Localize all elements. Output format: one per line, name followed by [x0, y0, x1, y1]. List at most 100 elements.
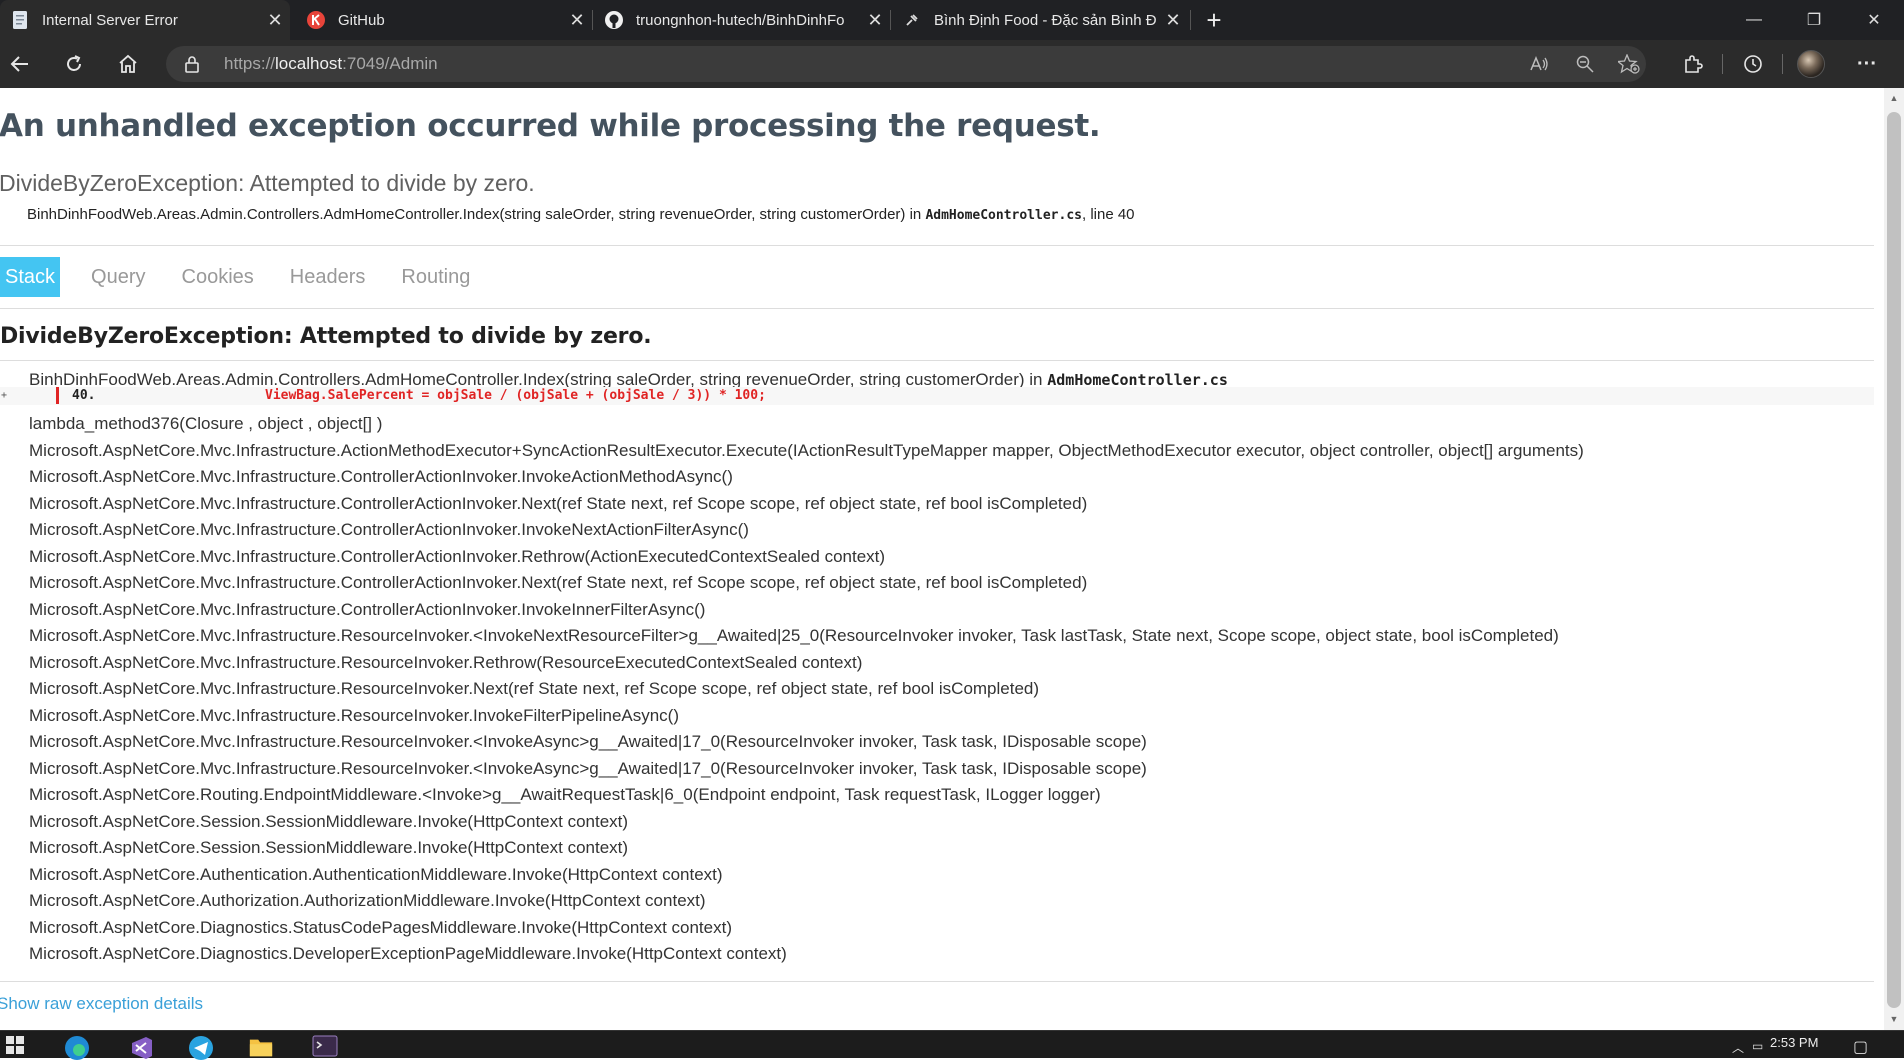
tab-routing[interactable]: Routing — [384, 257, 487, 297]
error-location: BinhDinhFoodWeb.Areas.Admin.Controllers.… — [27, 206, 1135, 223]
extensions-button[interactable] — [1677, 48, 1709, 80]
read-aloud-icon[interactable] — [1527, 52, 1553, 76]
home-icon — [119, 54, 137, 73]
github-icon — [604, 10, 624, 30]
stack-frame: Microsoft.AspNetCore.Mvc.Infrastructure.… — [29, 493, 1088, 513]
taskbar-clock[interactable]: 2:53 PM — [1770, 1035, 1818, 1050]
error-location-method: BinhDinhFoodWeb.Areas.Admin.Controllers.… — [27, 206, 926, 223]
stack-frame: Microsoft.AspNetCore.Authorization.Autho… — [29, 891, 706, 910]
scroll-down-arrow-icon[interactable]: ▼ — [1888, 1013, 1900, 1025]
refresh-button[interactable] — [58, 48, 90, 80]
network-icon[interactable]: ▭ — [1752, 1039, 1763, 1053]
tab-separator — [890, 10, 891, 30]
error-line-marker — [56, 387, 59, 404]
scroll-up-arrow-icon[interactable]: ▲ — [1888, 92, 1900, 104]
settings-menu-button[interactable]: ··· — [1851, 48, 1883, 80]
browser-tab-strip: Internal Server Error ✕ GitHub ✕ truongn… — [0, 0, 1904, 40]
stack-frame: Microsoft.AspNetCore.Session.SessionMidd… — [29, 838, 629, 857]
stack-frame: Microsoft.AspNetCore.Mvc.Infrastructure.… — [29, 652, 863, 672]
back-button[interactable] — [4, 48, 36, 80]
url-text[interactable]: https://localhost:7049/Admin — [224, 54, 438, 74]
stack-frame: Microsoft.AspNetCore.Session.SessionMidd… — [29, 811, 629, 831]
close-tab-icon[interactable]: ✕ — [562, 5, 592, 35]
browser-tab-github[interactable]: GitHub ✕ — [296, 0, 592, 40]
close-tab-icon[interactable]: ✕ — [260, 5, 290, 35]
refresh-icon — [67, 55, 81, 71]
divider — [0, 981, 1874, 982]
stack-frame: Microsoft.AspNetCore.Mvc.Infrastructure.… — [29, 758, 1147, 778]
toolbar-separator — [1722, 54, 1723, 74]
notifications-icon[interactable]: ▢ — [1853, 1037, 1868, 1057]
windows-start-icon[interactable] — [2, 1035, 28, 1059]
tray-expand-icon[interactable]: ︿ — [1732, 1039, 1744, 1056]
stack-frame: Microsoft.AspNetCore.Mvc.Infrastructure.… — [29, 520, 749, 539]
stack-frame: Microsoft.AspNetCore.Diagnostics.Develop… — [29, 944, 787, 963]
minimize-button[interactable]: — — [1724, 0, 1784, 40]
visual-studio-icon[interactable] — [128, 1035, 154, 1059]
divider — [0, 245, 1874, 246]
scrollbar-thumb[interactable] — [1887, 112, 1901, 1008]
profile-avatar[interactable] — [1797, 50, 1825, 78]
close-window-button[interactable]: ✕ — [1844, 0, 1904, 40]
url-host: localhost — [275, 54, 343, 73]
tab-query[interactable]: Query — [74, 257, 162, 297]
divider — [0, 308, 1874, 309]
stack-frame: Microsoft.AspNetCore.Mvc.Infrastructure.… — [29, 546, 886, 566]
zoom-icon[interactable] — [1572, 52, 1598, 76]
tab-stack[interactable]: Stack — [0, 257, 61, 297]
home-button[interactable] — [112, 48, 144, 80]
terminal-icon[interactable] — [312, 1035, 338, 1059]
tab-title: GitHub — [338, 11, 385, 29]
browser-tab-internal-server-error[interactable]: Internal Server Error ✕ — [0, 0, 290, 40]
error-location-line: , line 40 — [1081, 206, 1135, 223]
history-button[interactable] — [1737, 48, 1769, 80]
maximize-button[interactable]: ❐ — [1784, 0, 1844, 40]
stack-frame: Microsoft.AspNetCore.Authentication.Auth… — [29, 864, 723, 884]
page-title: An unhandled exception occurred while pr… — [0, 108, 1101, 144]
source-line-number: 40. — [72, 388, 96, 403]
source-code: ViewBag.SalePercent = objSale / (objSale… — [265, 388, 766, 403]
lock-icon[interactable] — [184, 55, 200, 78]
stack-frame: Microsoft.AspNetCore.Mvc.Infrastructure.… — [29, 467, 733, 486]
stack-frame: Microsoft.AspNetCore.Mvc.Infrastructure.… — [29, 626, 1559, 645]
new-tab-button[interactable]: + — [1198, 4, 1230, 36]
windows-taskbar: ︿ ▭ 2:53 PM ▢ — [0, 1030, 1904, 1060]
tab-separator — [592, 10, 593, 30]
stack-frame: Microsoft.AspNetCore.Routing.EndpointMid… — [29, 785, 1101, 804]
pin-icon — [902, 10, 922, 30]
show-raw-exception-link[interactable]: Show raw exception details — [0, 994, 203, 1014]
stack-frame: Microsoft.AspNetCore.Mvc.Infrastructure.… — [29, 573, 1088, 592]
source-code-line: + 40. ViewBag.SalePercent = objSale / (o… — [0, 387, 1874, 405]
stack-frame: lambda_method376(Closure , object , obje… — [29, 414, 383, 433]
toolbar-separator — [1782, 54, 1783, 74]
page-icon — [10, 10, 30, 30]
github-alt-icon — [306, 10, 326, 30]
url-path: :7049/Admin — [342, 54, 438, 73]
puzzle-icon — [1685, 55, 1703, 73]
edge-icon[interactable] — [64, 1035, 90, 1060]
file-explorer-icon[interactable] — [248, 1035, 274, 1059]
tab-cookies[interactable]: Cookies — [165, 257, 271, 297]
tab-title: truongnhon-hutech/BinhDinhFo — [636, 11, 845, 29]
browser-tab-github-repo[interactable]: truongnhon-hutech/BinhDinhFo ✕ — [594, 0, 890, 40]
stack-frame: Microsoft.AspNetCore.Mvc.Infrastructure.… — [29, 732, 1147, 751]
telegram-icon[interactable] — [188, 1035, 214, 1060]
stack-frame: Microsoft.AspNetCore.Mvc.Infrastructure.… — [29, 599, 706, 619]
close-tab-icon[interactable]: ✕ — [860, 5, 890, 35]
stack-frame: Microsoft.AspNetCore.Diagnostics.StatusC… — [29, 917, 732, 937]
close-tab-icon[interactable]: ✕ — [1158, 5, 1188, 35]
add-favorite-icon[interactable] — [1616, 52, 1642, 76]
tab-title: Bình Định Food - Đặc sản Bình Đ — [934, 11, 1157, 29]
stack-frame: Microsoft.AspNetCore.Mvc.Infrastructure.… — [29, 679, 1040, 698]
address-bar[interactable]: https://localhost:7049/Admin — [166, 46, 1646, 82]
tab-headers[interactable]: Headers — [273, 257, 383, 297]
tab-title: Internal Server Error — [42, 11, 178, 29]
error-page: An unhandled exception occurred while pr… — [0, 88, 1884, 1030]
url-scheme: https:// — [224, 54, 276, 73]
browser-tab-binh-dinh-food[interactable]: Bình Định Food - Đặc sản Bình Đ ✕ — [892, 0, 1188, 40]
stack-frame: Microsoft.AspNetCore.Mvc.Infrastructure.… — [29, 440, 1584, 460]
exception-heading: DivideByZeroException: Attempted to divi… — [0, 324, 652, 349]
expand-source-toggle[interactable]: + — [1, 390, 7, 401]
browser-toolbar: https://localhost:7049/Admin ··· — [0, 40, 1904, 88]
tab-separator — [1190, 10, 1191, 30]
